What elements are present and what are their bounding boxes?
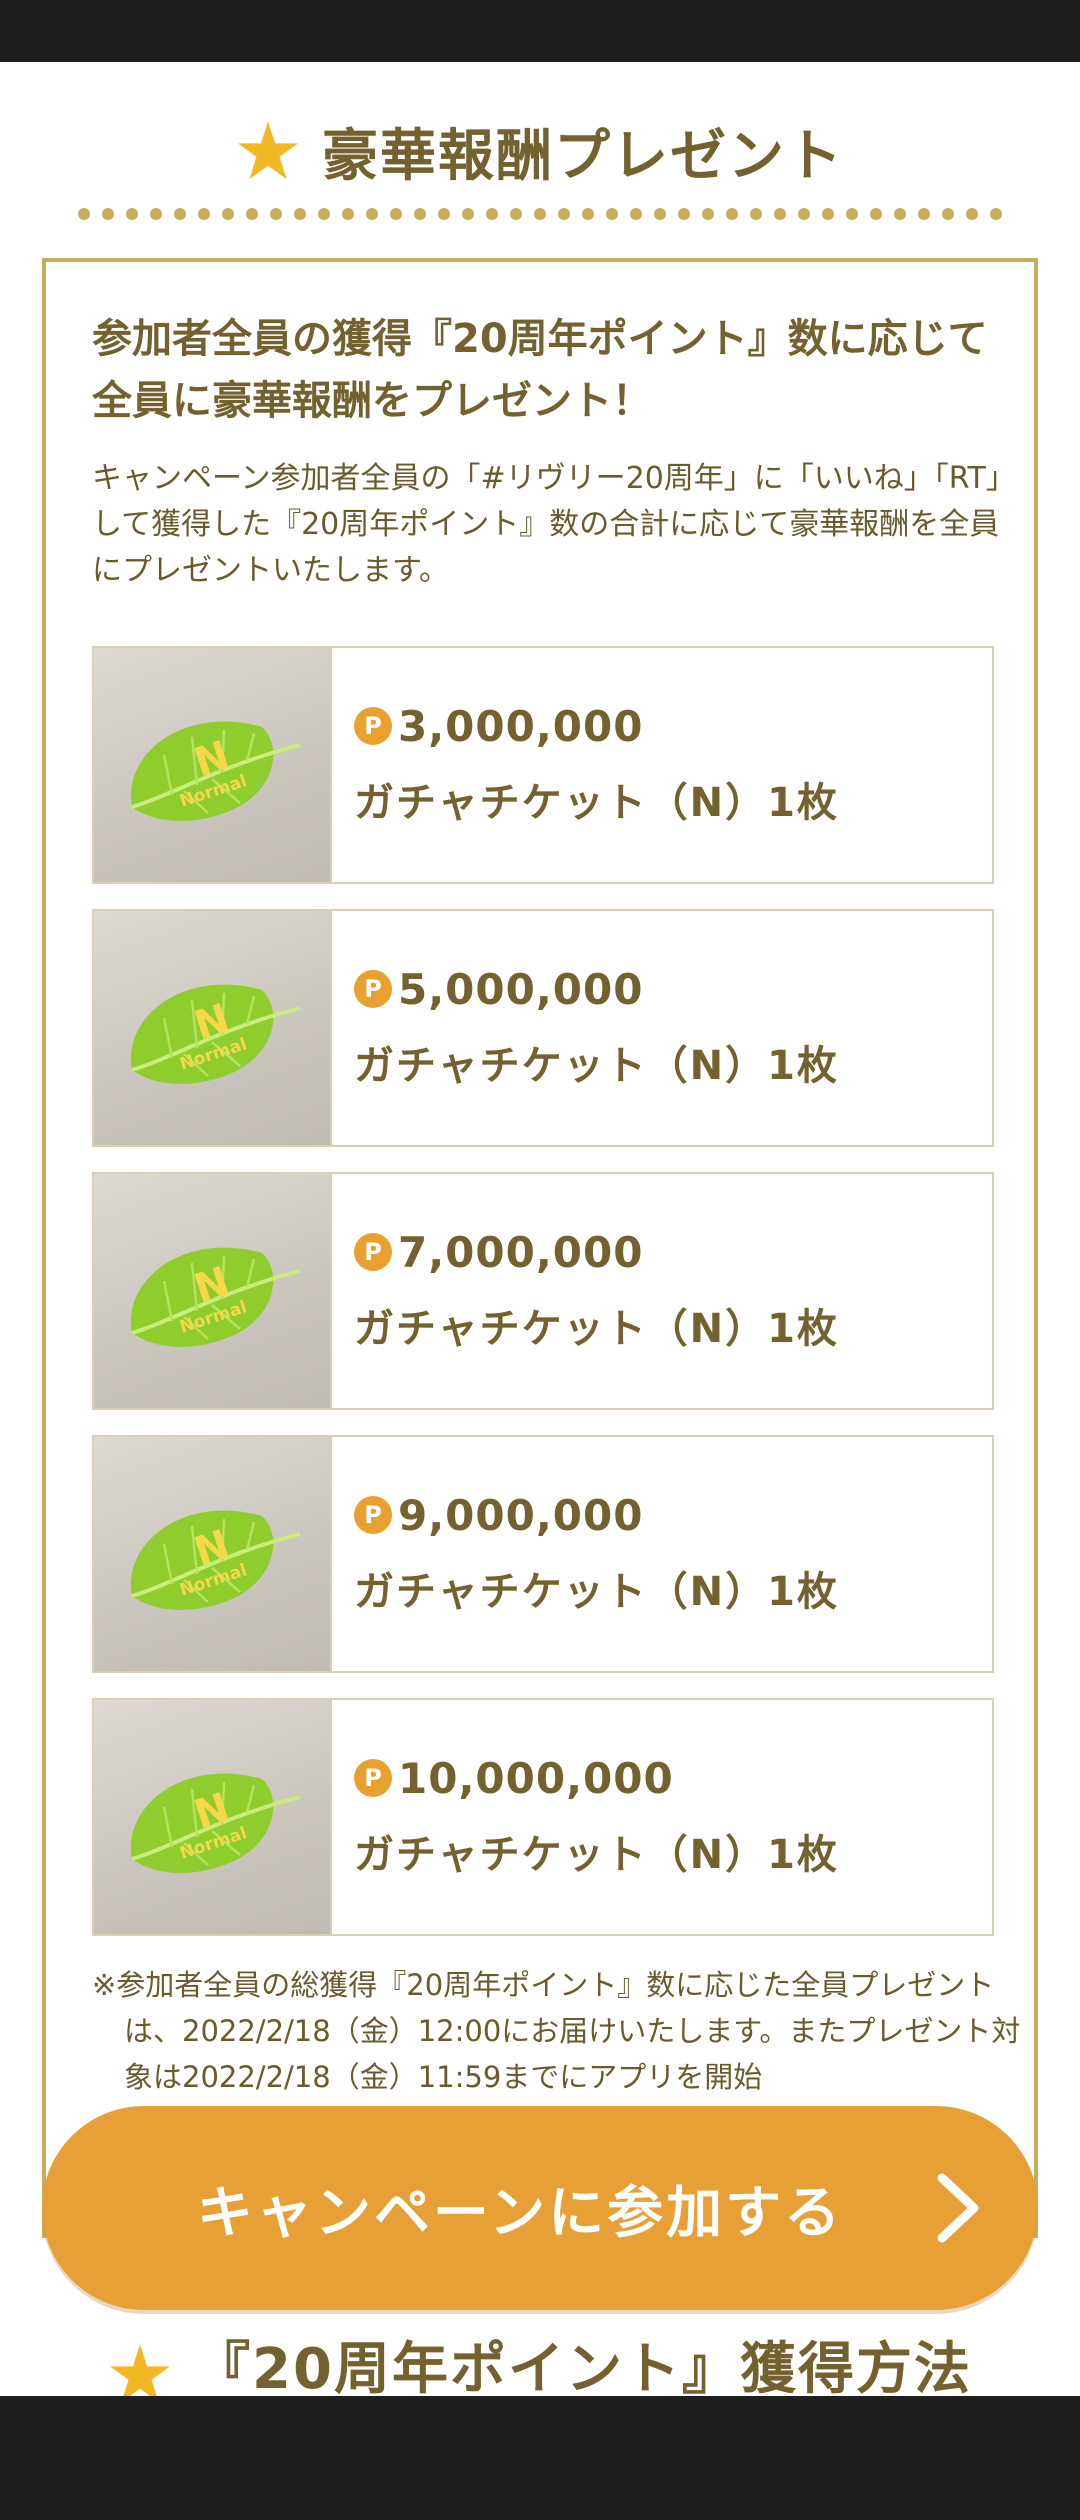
reward-item: P 10,000,000 ガチャチケット（N）1枚 [92, 1698, 994, 1936]
normal-leaf-icon [112, 948, 312, 1108]
reward-image [94, 1700, 332, 1934]
reward-name: ガチャチケット（N）1枚 [354, 1832, 839, 1878]
reward-points: 7,000,000 [398, 1227, 644, 1277]
point-coin-icon: P [354, 707, 392, 745]
point-coin-icon: P [354, 1233, 392, 1271]
reward-points: 5,000,000 [398, 964, 644, 1014]
reward-item: P 3,000,000 ガチャチケット（N）1枚 [92, 646, 994, 884]
panel-description: キャンペーン参加者全員の「#リヴリー20周年」に「いいね」「RT」して獲得した『… [92, 461, 1001, 588]
join-button-label: キャンペーンに参加する [196, 2180, 844, 2246]
section-title: 豪華報酬プレゼント [322, 123, 844, 189]
normal-leaf-icon [112, 1474, 312, 1634]
status-bar [0, 0, 1080, 62]
section-header-2: 『20周年ポイント』獲得方法 [0, 2330, 1080, 2396]
reward-points: 3,000,000 [398, 701, 644, 751]
point-coin-icon: P [354, 1496, 392, 1534]
normal-leaf-icon [112, 1737, 312, 1897]
navigation-bar [0, 2396, 1080, 2520]
reward-name: ガチャチケット（N）1枚 [354, 1043, 839, 1089]
dotted-divider [72, 206, 1008, 222]
section-header: 豪華報酬プレゼント [0, 106, 1080, 196]
reward-name: ガチャチケット（N）1枚 [354, 1569, 839, 1615]
reward-points: 9,000,000 [398, 1490, 644, 1540]
reward-image [94, 648, 332, 882]
join-campaign-button[interactable]: キャンペーンに参加する [42, 2106, 1038, 2310]
section-title-2: 『20周年ポイント』獲得方法 [194, 2337, 972, 2396]
reward-image [94, 911, 332, 1145]
panel-lead: 参加者全員の獲得『20周年ポイント』数に応じて全員に豪華報酬をプレゼント！ [92, 316, 988, 424]
normal-leaf-icon [112, 1211, 312, 1371]
reward-panel: 参加者全員の獲得『20周年ポイント』数に応じて全員に豪華報酬をプレゼント！ キャ… [42, 258, 1038, 2238]
reward-image [94, 1174, 332, 1408]
reward-name: ガチャチケット（N）1枚 [354, 1306, 839, 1352]
reward-image [94, 1437, 332, 1671]
chevron-right-icon [937, 2173, 979, 2243]
reward-item: P 7,000,000 ガチャチケット（N）1枚 [92, 1172, 994, 1410]
point-coin-icon: P [354, 970, 392, 1008]
star-icon [236, 119, 300, 183]
reward-name: ガチャチケット（N）1枚 [354, 780, 839, 826]
delivery-note: ※参加者全員の総獲得『20周年ポイント』数に応じた全員プレゼントは、2022/2… [92, 1968, 1021, 2094]
reward-item: P 5,000,000 ガチャチケット（N）1枚 [92, 909, 994, 1147]
point-coin-icon: P [354, 1759, 392, 1797]
star-icon [108, 2342, 172, 2396]
reward-points: 10,000,000 [398, 1753, 674, 1803]
normal-leaf-icon [112, 685, 312, 845]
reward-item: P 9,000,000 ガチャチケット（N）1枚 [92, 1435, 994, 1673]
